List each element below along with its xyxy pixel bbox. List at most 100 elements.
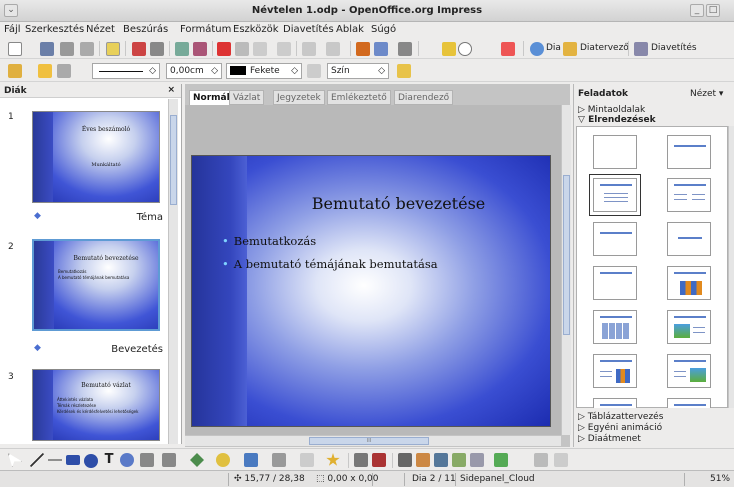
extrusion-icon[interactable] xyxy=(534,453,548,467)
slides-scrollbar[interactable] xyxy=(168,99,178,444)
layout-text-chart[interactable] xyxy=(593,354,637,388)
open-icon[interactable] xyxy=(40,42,54,56)
save-icon[interactable] xyxy=(60,42,74,56)
layout-text-image[interactable] xyxy=(667,354,711,388)
text-tool-icon[interactable]: T xyxy=(102,453,116,467)
section-layouts[interactable]: ▽ Elrendezések xyxy=(578,115,656,125)
layouts-scrollbar[interactable] xyxy=(728,126,734,408)
select-arrow-icon[interactable] xyxy=(8,453,22,467)
area-fill-icon[interactable] xyxy=(307,64,321,78)
layout-partial-1[interactable] xyxy=(593,398,637,408)
slide-design-icon[interactable] xyxy=(563,42,577,56)
slide-thumbnail-1[interactable]: Éves beszámoló Munkáltató xyxy=(32,111,160,203)
scrollbar-thumb[interactable] xyxy=(563,175,570,335)
stars-icon[interactable] xyxy=(326,453,340,466)
section-master-pages[interactable]: ▷ Mintaoldalak xyxy=(578,105,645,115)
line-color-select[interactable]: Fekete ◇ xyxy=(226,63,302,79)
layout-title-centered[interactable] xyxy=(593,222,637,256)
tab-handout[interactable]: Emlékeztető xyxy=(327,90,391,105)
menu-sugo[interactable]: Súgó xyxy=(371,24,396,35)
layout-title-only[interactable] xyxy=(667,135,711,169)
redo-icon[interactable] xyxy=(326,42,340,56)
print-icon[interactable] xyxy=(150,42,164,56)
line-style-select[interactable]: ◇ xyxy=(92,63,160,79)
slideshow-button[interactable]: Diavetítés xyxy=(651,43,697,53)
tab-slide-sorter[interactable]: Diarendező xyxy=(394,90,454,105)
layout-title-image-text[interactable] xyxy=(667,310,711,344)
layout-title-chart[interactable] xyxy=(667,266,711,300)
layout-centered-text[interactable] xyxy=(667,222,711,256)
fontwork-icon[interactable] xyxy=(398,453,412,467)
points-icon[interactable] xyxy=(354,453,368,467)
line-tool-icon[interactable] xyxy=(30,453,44,467)
menu-eszkozok[interactable]: Eszközök xyxy=(233,24,279,35)
shadow-toggle-icon[interactable] xyxy=(554,453,568,467)
section-custom-animation[interactable]: ▷ Egyéni animáció xyxy=(578,423,662,433)
callout-icon[interactable] xyxy=(120,453,134,467)
callouts-icon[interactable] xyxy=(300,453,314,467)
shadow-icon[interactable] xyxy=(397,64,411,78)
line-icon[interactable] xyxy=(38,64,52,78)
undo-icon[interactable] xyxy=(302,42,316,56)
menu-formatum[interactable]: Formátum xyxy=(180,24,231,35)
maximize-icon[interactable]: □ xyxy=(706,4,720,17)
curve-icon[interactable] xyxy=(140,453,154,467)
tab-normal[interactable]: Normál xyxy=(189,90,234,105)
chart-icon[interactable] xyxy=(356,42,370,56)
slide-thumbnail-3[interactable]: Bemutató vázlat Áttekintés vázlata Témák… xyxy=(32,369,160,441)
email-icon[interactable] xyxy=(80,42,94,56)
format-paintbrush-icon[interactable] xyxy=(277,42,291,56)
gallery-icon[interactable] xyxy=(434,453,448,467)
zoom-level[interactable]: 51% xyxy=(710,474,730,484)
slide-bullet-1[interactable]: • Bemutatkozás xyxy=(222,234,316,248)
zoom-icon[interactable] xyxy=(458,42,472,56)
area-style-select[interactable]: Szín ◇ xyxy=(327,63,389,79)
section-table-design[interactable]: ▷ Táblázattervezés xyxy=(578,412,663,422)
section-slide-transition[interactable]: ▷ Diaátmenet xyxy=(578,434,641,444)
export-pdf-icon[interactable] xyxy=(132,42,146,56)
menu-fajl[interactable]: Fájl xyxy=(4,24,21,35)
canvas-vscrollbar[interactable] xyxy=(561,105,571,435)
layout-name[interactable]: Sidepanel_Cloud xyxy=(460,474,535,484)
help-icon[interactable] xyxy=(501,42,515,56)
ellipse-icon[interactable] xyxy=(84,454,98,468)
flowchart-icon[interactable] xyxy=(272,453,286,467)
slide-thumbnail-2[interactable]: Bemutató bevezetése Bemutatkozás A bemut… xyxy=(32,239,160,331)
tab-notes[interactable]: Jegyzetek xyxy=(273,90,325,105)
paste-icon[interactable] xyxy=(253,42,267,56)
menu-szerkesztes[interactable]: Szerkesztés xyxy=(25,24,84,35)
basic-shapes-icon[interactable] xyxy=(190,453,204,467)
table-icon[interactable] xyxy=(374,42,388,56)
menu-diavetites[interactable]: Diavetítés xyxy=(283,24,334,35)
new-document-icon[interactable] xyxy=(8,42,22,56)
align-icon[interactable] xyxy=(470,453,484,467)
slide-title[interactable]: Bemutató bevezetése xyxy=(247,194,550,213)
slideshow-icon[interactable] xyxy=(634,42,648,56)
copy-icon[interactable] xyxy=(235,42,249,56)
new-slide-icon[interactable] xyxy=(530,42,544,56)
image-icon[interactable] xyxy=(398,42,412,56)
close-icon[interactable]: × xyxy=(167,85,175,95)
spellcheck-icon[interactable] xyxy=(175,42,189,56)
arrow-style-icon[interactable] xyxy=(57,64,71,78)
from-file-icon[interactable] xyxy=(416,453,430,467)
layout-title-box[interactable] xyxy=(593,266,637,300)
symbol-shapes-icon[interactable] xyxy=(216,453,230,467)
layout-blank[interactable] xyxy=(593,135,637,169)
3d-toggle-icon[interactable] xyxy=(452,453,466,467)
layout-partial-2[interactable] xyxy=(667,398,711,408)
menu-beszuras[interactable]: Beszúrás xyxy=(123,24,168,35)
block-arrows-icon[interactable] xyxy=(244,453,258,467)
slide-bullet-2[interactable]: • A bemutató témájának bemutatása xyxy=(222,257,438,271)
arrow-line-icon[interactable] xyxy=(48,453,62,467)
layout-two-content[interactable] xyxy=(667,178,711,212)
line-width-input[interactable]: 0,00cm ◇ xyxy=(166,63,222,79)
layout-title-table[interactable] xyxy=(593,310,637,344)
canvas-hscrollbar[interactable]: III xyxy=(185,435,561,446)
glue-points-icon[interactable] xyxy=(372,453,386,467)
task-pane-view-menu[interactable]: Nézet ▾ xyxy=(690,89,723,99)
autospellcheck-icon[interactable] xyxy=(193,42,207,56)
rectangle-icon[interactable] xyxy=(66,455,80,465)
menu-ablak[interactable]: Ablak xyxy=(336,24,364,35)
menu-nezet[interactable]: Nézet xyxy=(86,24,115,35)
